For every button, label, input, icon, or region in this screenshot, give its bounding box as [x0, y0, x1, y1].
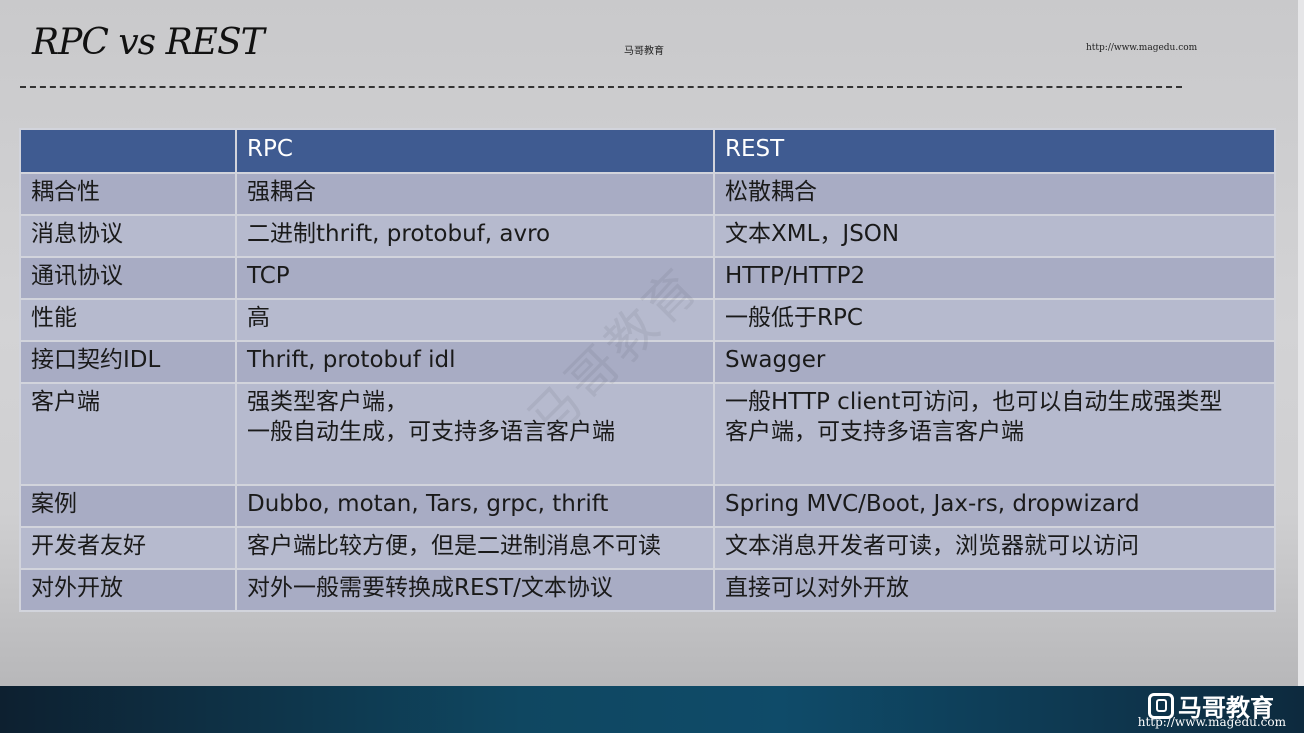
rpc-cell: 客户端比较方便，但是二进制消息不可读	[235, 526, 715, 570]
slide-edge	[1298, 0, 1304, 690]
rpc-cell: 二进制thrift, protobuf, avro	[235, 214, 715, 258]
row-label: 开发者友好	[19, 526, 237, 570]
title-divider	[20, 86, 1182, 88]
slide-title: RPC vs REST	[32, 22, 265, 63]
rpc-cell: 强类型客户端， 一般自动生成，可支持多语言客户端	[235, 382, 715, 486]
header-cell-rpc: RPC	[235, 128, 715, 174]
rpc-cell: 强耦合	[235, 172, 715, 216]
rest-cell: 文本消息开发者可读，浏览器就可以访问	[713, 526, 1276, 570]
rpc-cell: TCP	[235, 256, 715, 300]
rest-cell: 一般HTTP client可访问，也可以自动生成强类型 客户端，可支持多语言客户…	[713, 382, 1276, 486]
footer-bar: 马哥教育 http://www.magedu.com	[0, 686, 1304, 733]
rest-cell: Spring MVC/Boot, Jax-rs, dropwizard	[713, 484, 1276, 528]
rpc-cell: 对外一般需要转换成REST/文本协议	[235, 568, 715, 612]
table-row: 性能 高 一般低于RPC	[19, 298, 1276, 342]
header-cell-aspect	[19, 128, 237, 174]
row-label: 通讯协议	[19, 256, 237, 300]
table-row: 通讯协议 TCP HTTP/HTTP2	[19, 256, 1276, 300]
header-url: http://www.magedu.com	[1086, 43, 1198, 53]
footer-url: http://www.magedu.com	[1137, 715, 1286, 729]
rest-cell: 直接可以对外开放	[713, 568, 1276, 612]
row-label: 耦合性	[19, 172, 237, 216]
row-label: 案例	[19, 484, 237, 528]
rpc-cell: 高	[235, 298, 715, 342]
table-row: 耦合性 强耦合 松散耦合	[19, 172, 1276, 216]
rest-cell: 松散耦合	[713, 172, 1276, 216]
table-row: 消息协议 二进制thrift, protobuf, avro 文本XML，JSO…	[19, 214, 1276, 258]
row-label: 对外开放	[19, 568, 237, 612]
row-label: 消息协议	[19, 214, 237, 258]
row-label: 接口契约IDL	[19, 340, 237, 384]
header-brand: 马哥教育	[624, 46, 664, 57]
table-row: 接口契约IDL Thrift, protobuf idl Swagger	[19, 340, 1276, 384]
comparison-table: RPC REST 耦合性 强耦合 松散耦合 消息协议 二进制thrift, pr…	[19, 128, 1276, 612]
table-row: 开发者友好 客户端比较方便，但是二进制消息不可读 文本消息开发者可读，浏览器就可…	[19, 526, 1276, 570]
rest-cell: 一般低于RPC	[713, 298, 1276, 342]
rest-cell: Swagger	[713, 340, 1276, 384]
rest-cell: HTTP/HTTP2	[713, 256, 1276, 300]
table-row: 客户端 强类型客户端， 一般自动生成，可支持多语言客户端 一般HTTP clie…	[19, 382, 1276, 486]
rpc-cell: Dubbo, motan, Tars, grpc, thrift	[235, 484, 715, 528]
header-cell-rest: REST	[713, 128, 1276, 174]
table-row: 对外开放 对外一般需要转换成REST/文本协议 直接可以对外开放	[19, 568, 1276, 612]
rpc-cell: Thrift, protobuf idl	[235, 340, 715, 384]
row-label: 客户端	[19, 382, 237, 486]
table-row: 案例 Dubbo, motan, Tars, grpc, thrift Spri…	[19, 484, 1276, 528]
rest-cell: 文本XML，JSON	[713, 214, 1276, 258]
row-label: 性能	[19, 298, 237, 342]
table-header-row: RPC REST	[19, 128, 1276, 174]
